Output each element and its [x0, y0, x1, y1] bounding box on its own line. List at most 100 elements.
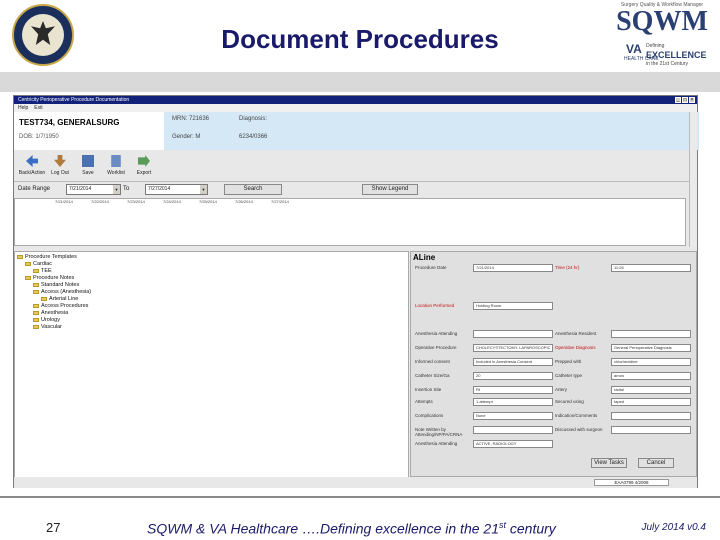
field-label: Catheter Size/Ga — [415, 373, 450, 378]
field-input[interactable]: radial — [611, 386, 691, 394]
field-input[interactable] — [611, 426, 691, 434]
field-label: Anesthesia Resident — [555, 331, 597, 336]
field-input[interactable]: 11:26 — [611, 264, 691, 272]
tree-item[interactable]: Vascular — [15, 324, 408, 331]
menu-help[interactable]: Help — [18, 104, 28, 112]
maximize-icon[interactable]: □ — [682, 97, 688, 103]
date-range-label: Date Range — [18, 186, 51, 192]
field-input[interactable]: arrow — [611, 372, 691, 380]
procedure-timeline[interactable]: 7/21/2014 7/22/2014 7/23/2014 7/24/2014 7/25… — [14, 198, 686, 246]
field-input[interactable]: Holding Room — [473, 302, 553, 310]
field-label: Note Written by Attending/NP/PA/CRNA — [415, 427, 463, 437]
field-label: Secured using — [555, 399, 584, 404]
footer-divider — [0, 496, 720, 498]
minimize-icon[interactable]: _ — [675, 97, 681, 103]
timeline-date: 7/21/2014 — [55, 199, 73, 204]
tree-item[interactable]: Arterial Line — [15, 296, 408, 303]
view-tasks-button[interactable]: View Tasks — [591, 458, 627, 468]
show-legend-button[interactable]: Show Legend — [362, 184, 418, 195]
date-to-select[interactable]: 7/27/2014 ▼ — [145, 184, 208, 195]
tree-item[interactable]: Procedure Notes — [15, 275, 408, 282]
footer-tagline: SQWM & VA Healthcare ….Defining excellen… — [147, 520, 556, 537]
template-tree: Procedure Templates Cardiac TEE Procedure N… — [14, 251, 409, 486]
chevron-down-icon: ▼ — [200, 185, 207, 194]
export-button[interactable]: Export — [130, 152, 158, 180]
logout-button[interactable]: Log Out — [46, 152, 74, 180]
tree-item[interactable]: TEE — [15, 268, 408, 275]
field-input[interactable] — [473, 426, 553, 434]
field-input[interactable]: None — [473, 412, 553, 420]
date-from-select[interactable]: 7/21/2014 ▼ — [66, 184, 121, 195]
tree-item[interactable]: Anesthesia — [15, 310, 408, 317]
slide-header: Document Procedures Surgery Quality & Wo… — [0, 0, 720, 72]
field-input[interactable]: CHOLECYSTECTOMY, LAPAROSCOPIC — [473, 344, 553, 352]
field-label: Location Performed — [415, 303, 455, 308]
menu-exit[interactable]: Exit — [34, 104, 42, 112]
field-input[interactable] — [611, 330, 691, 338]
chevron-down-icon: ▼ — [113, 185, 120, 194]
page-number: 27 — [46, 520, 61, 535]
back-button[interactable]: Back/Action — [18, 152, 46, 180]
timeline-date: 7/24/2014 — [163, 199, 181, 204]
status-bar: EAA0799 4/2008 — [14, 477, 697, 488]
cancel-button[interactable]: Cancel — [638, 458, 674, 468]
field-input[interactable]: Included in Anesthesia Consent — [473, 358, 553, 366]
patient-name: TEST734, GENERALSURG — [19, 118, 120, 127]
folder-icon — [25, 275, 31, 280]
field-input[interactable]: taped — [611, 398, 691, 406]
folder-icon — [25, 261, 31, 266]
field-label: Complications — [415, 413, 444, 418]
folder-icon — [33, 289, 39, 294]
tree-item[interactable]: Procedure Templates — [15, 254, 408, 261]
field-label: Discussed with surgeon — [555, 427, 603, 432]
form-title: ALine — [413, 253, 436, 262]
timeline-date: 7/26/2014 — [235, 199, 253, 204]
field-label: Procedure Date — [415, 265, 447, 270]
field-input[interactable] — [473, 330, 553, 338]
footer-date: July 2014 v0.4 — [641, 522, 707, 533]
field-input[interactable]: 1 attempt — [473, 398, 553, 406]
tree-item[interactable]: Access (Anesthesia) — [15, 289, 408, 296]
folder-icon — [33, 317, 39, 322]
folder-icon — [33, 282, 39, 287]
date-range-row: Date Range 7/21/2014 ▼ To 7/27/2014 ▼ Sear… — [14, 183, 697, 197]
save-button[interactable]: Save — [74, 152, 102, 180]
folder-icon — [33, 310, 39, 315]
field-input[interactable] — [611, 412, 691, 420]
tree-item[interactable]: Standard Notes — [15, 282, 408, 289]
aline-form: ALine View Tasks Cancel Procedure Date 7/… — [410, 251, 697, 477]
field-label: Anesthesia Attending — [415, 441, 458, 446]
search-button[interactable]: Search — [224, 184, 282, 195]
menubar: Help Exit — [14, 104, 697, 112]
patient-gender: Gender: M — [172, 134, 201, 140]
header-band — [0, 72, 720, 92]
field-input[interactable]: General Perioperative Diagnosis — [611, 344, 691, 352]
patient-mrn: MRN: 721636 — [172, 116, 210, 122]
vertical-scrollbar[interactable] — [689, 112, 697, 247]
slide-title: Document Procedures — [221, 24, 499, 54]
worklist-icon — [111, 155, 121, 167]
sqwm-logo: Surgery Quality & Workflow Manager SQWM … — [616, 2, 708, 67]
field-label: Catheter type — [555, 373, 583, 378]
field-label: Operative Diagnosis — [555, 345, 596, 350]
timeline-date: 7/23/2014 — [127, 199, 145, 204]
patient-banner: TEST734, GENERALSURG DOB: 1/7/1950 MRN: … — [14, 112, 699, 150]
field-input[interactable]: ACTIVE, RADIOLOGY — [473, 440, 553, 448]
tree-item[interactable]: Urology — [15, 317, 408, 324]
field-label: Prepped with — [555, 359, 582, 364]
field-input[interactable]: 7/21/2014 — [473, 264, 553, 272]
field-label: Insertion Site — [415, 387, 442, 392]
timeline-date: 7/25/2014 — [199, 199, 217, 204]
close-icon[interactable]: × — [689, 97, 695, 103]
back-arrow-icon — [26, 155, 38, 167]
field-label: Operative Procedure — [415, 345, 457, 350]
field-input[interactable]: 20 — [473, 372, 553, 380]
field-input[interactable]: Rt — [473, 386, 553, 394]
field-label: Attempts — [415, 399, 433, 404]
timeline-date: 7/22/2014 — [91, 199, 109, 204]
folder-icon — [33, 268, 39, 273]
tree-item[interactable]: Cardiac — [15, 261, 408, 268]
field-input[interactable]: chlorhexidine — [611, 358, 691, 366]
worklist-button[interactable]: Worklist — [102, 152, 130, 180]
tree-item[interactable]: Access Procedures — [15, 303, 408, 310]
